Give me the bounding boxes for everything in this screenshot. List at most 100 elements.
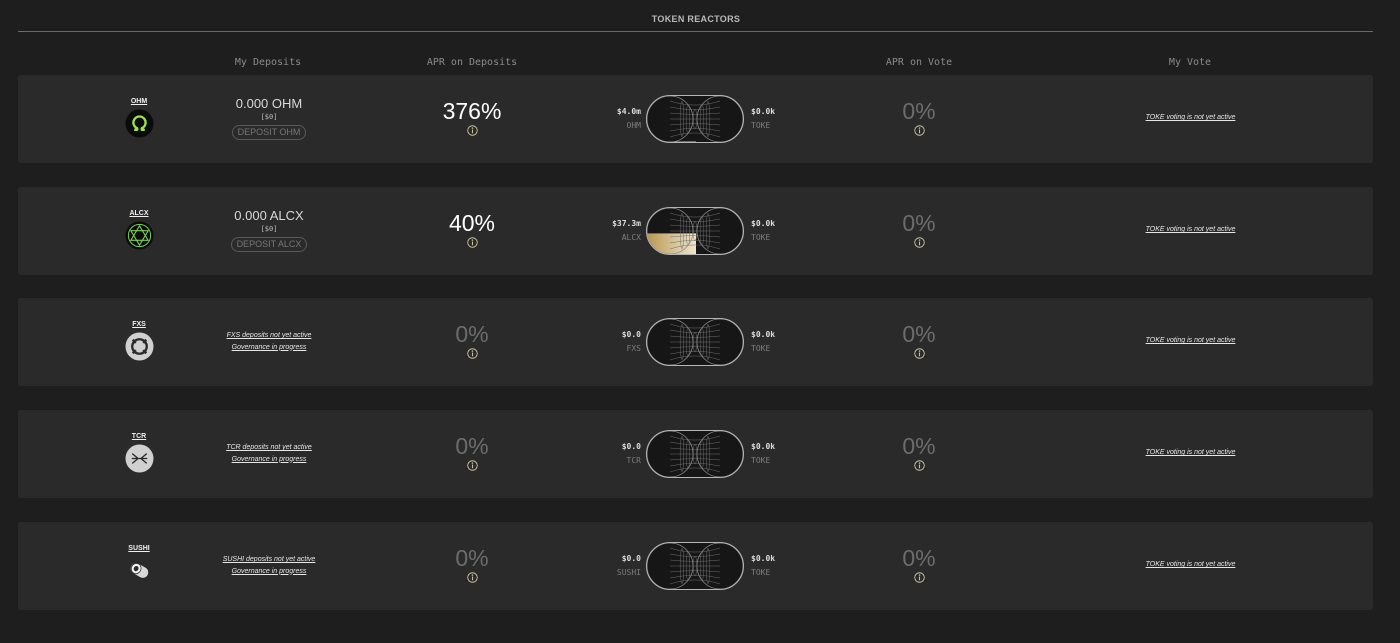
- governance-link[interactable]: Governance in progress: [208, 566, 330, 578]
- info-icon[interactable]: [913, 460, 925, 471]
- deposit-usd-value: [$0]: [260, 113, 278, 121]
- deposit-status-link[interactable]: SUSHI deposits not yet active: [208, 554, 330, 566]
- token-cell: TCR: [118, 432, 160, 473]
- deposit-button[interactable]: DEPOSIT OHM: [231, 125, 307, 140]
- reactor-toke-symbol: TOKE: [751, 568, 771, 577]
- apr-vote-cell: 0%: [859, 434, 979, 471]
- deposit-status-link[interactable]: TCR deposits not yet active: [208, 442, 330, 454]
- reactor-toke-symbol: TOKE: [751, 121, 771, 130]
- tracer-icon: [124, 444, 154, 473]
- reactor-gauge: [646, 318, 744, 366]
- reactor-toke-value: $0.0k: [751, 330, 776, 339]
- info-icon[interactable]: [466, 460, 478, 471]
- vote-status-link[interactable]: TOKE voting is not yet active: [1118, 448, 1263, 458]
- deposit-amount: 0.000 ALCX: [234, 208, 304, 223]
- col-header-apr-deposits: APR on Deposits: [426, 57, 518, 68]
- apr-vote-value: 0%: [902, 321, 936, 347]
- deposit-button[interactable]: DEPOSIT ALCX: [230, 237, 308, 252]
- reactor-left-stats: $0.0 FXS: [622, 329, 641, 354]
- token-name-link[interactable]: SUSHI: [118, 544, 160, 553]
- info-icon[interactable]: [913, 572, 925, 583]
- reactor-toke-symbol: TOKE: [751, 456, 771, 465]
- info-icon[interactable]: [913, 125, 925, 136]
- apr-vote-cell: 0%: [859, 322, 979, 359]
- reactor-right-stats: $0.0k TOKE: [751, 441, 775, 466]
- info-icon[interactable]: [913, 237, 925, 248]
- reactor-toke-value: $0.0k: [751, 554, 776, 563]
- reactor-toke-symbol: TOKE: [751, 344, 771, 353]
- apr-vote-value: 0%: [902, 210, 936, 236]
- col-header-my-vote: My Vote: [1168, 57, 1212, 68]
- vote-status-link[interactable]: TOKE voting is not yet active: [1118, 560, 1263, 570]
- reactor-gauge: [646, 430, 744, 478]
- apr-deposits-cell: 0%: [412, 546, 532, 583]
- apr-deposits-value: 0%: [455, 321, 489, 347]
- deposit-cell: FXS deposits not yet active Governance i…: [208, 330, 330, 353]
- reactor-left-stats: $4.0m OHM: [617, 106, 641, 131]
- alchemix-icon: [124, 221, 154, 250]
- token-name-link[interactable]: OHM: [118, 97, 160, 106]
- deposit-cell: TCR deposits not yet active Governance i…: [208, 442, 330, 465]
- section-divider: [18, 31, 1373, 32]
- info-icon[interactable]: [913, 348, 925, 359]
- reactor-token-symbol: ALCX: [621, 233, 641, 242]
- reactor-toke-value: $0.0k: [751, 442, 776, 451]
- info-icon[interactable]: [466, 348, 478, 359]
- token-name-link[interactable]: TCR: [118, 432, 160, 441]
- token-cell: OHM: [118, 97, 160, 138]
- apr-deposits-value: 40%: [448, 210, 496, 236]
- deposit-usd-value: [$0]: [260, 225, 278, 233]
- governance-link[interactable]: Governance in progress: [208, 454, 330, 466]
- vote-status-link[interactable]: TOKE voting is not yet active: [1118, 336, 1263, 346]
- reactor-token-value: $0.0: [621, 330, 641, 339]
- reactor-gauge: [646, 542, 744, 590]
- apr-vote-cell: 0%: [859, 99, 979, 136]
- token-reactors-page: TOKEN REACTORS My Deposits APR on Deposi…: [0, 0, 1400, 643]
- info-icon[interactable]: [466, 125, 478, 136]
- reactor-left-stats: $0.0 TCR: [622, 441, 641, 466]
- apr-vote-value: 0%: [902, 545, 936, 571]
- vote-status-link[interactable]: TOKE voting is not yet active: [1118, 225, 1263, 235]
- reactor-left-stats: $37.3m ALCX: [612, 218, 641, 243]
- reactor-token-symbol: FXS: [626, 344, 641, 353]
- token-name-link[interactable]: FXS: [118, 320, 160, 329]
- deposit-amount: 0.000 OHM: [235, 96, 303, 111]
- apr-deposits-value: 0%: [455, 433, 489, 459]
- reactor-toke-value: $0.0k: [751, 219, 776, 228]
- info-icon[interactable]: [466, 237, 478, 248]
- token-cell: FXS: [118, 320, 160, 361]
- governance-link[interactable]: Governance in progress: [208, 342, 330, 354]
- deposit-cell: SUSHI deposits not yet active Governance…: [208, 554, 330, 577]
- deposit-status-link[interactable]: FXS deposits not yet active: [208, 330, 330, 342]
- col-header-apr-vote: APR on Vote: [885, 57, 953, 68]
- reactor-row-tcr: TCR TCR deposits not yet active Governan…: [18, 410, 1373, 498]
- deposit-cell: 0.000 ALCX [$0] DEPOSIT ALCX: [208, 208, 330, 252]
- sushi-icon: [124, 556, 154, 585]
- info-icon[interactable]: [466, 572, 478, 583]
- reactor-right-stats: $0.0k TOKE: [751, 218, 775, 243]
- reactor-row-ohm: OHM 0.000 OHM [$0] DEPOSIT OHM 376% $4.0…: [18, 75, 1373, 163]
- apr-deposits-cell: 0%: [412, 434, 532, 471]
- section-title: TOKEN REACTORS: [651, 14, 741, 24]
- deposit-cell: 0.000 OHM [$0] DEPOSIT OHM: [208, 96, 330, 140]
- reactor-row-sushi: SUSHI SUSHI deposits not yet active Gove…: [18, 522, 1373, 610]
- vote-status-link[interactable]: TOKE voting is not yet active: [1118, 113, 1263, 123]
- apr-vote-value: 0%: [902, 433, 936, 459]
- apr-vote-cell: 0%: [859, 211, 979, 248]
- reactor-token-symbol: OHM: [626, 121, 641, 130]
- reactor-gauge: [646, 95, 744, 143]
- reactor-token-symbol: SUSHI: [616, 568, 641, 577]
- token-name-link[interactable]: ALCX: [118, 209, 160, 218]
- reactor-toke-symbol: TOKE: [751, 233, 771, 242]
- reactor-right-stats: $0.0k TOKE: [751, 329, 775, 354]
- reactor-gauge: [646, 207, 744, 255]
- reactor-token-value: $37.3m: [612, 219, 641, 228]
- reactor-token-value: $0.0: [621, 554, 641, 563]
- reactor-token-value: $0.0: [621, 442, 641, 451]
- reactor-row-fxs: FXS FXS deposits not yet active Governan…: [18, 298, 1373, 386]
- apr-deposits-value: 0%: [455, 545, 489, 571]
- apr-vote-value: 0%: [902, 98, 936, 124]
- reactor-left-stats: $0.0 SUSHI: [617, 553, 641, 578]
- reactor-right-stats: $0.0k TOKE: [751, 106, 775, 131]
- reactor-row-alcx: ALCX 0.000 ALCX [$0] DEPOSIT ALCX 40% $3…: [18, 187, 1373, 275]
